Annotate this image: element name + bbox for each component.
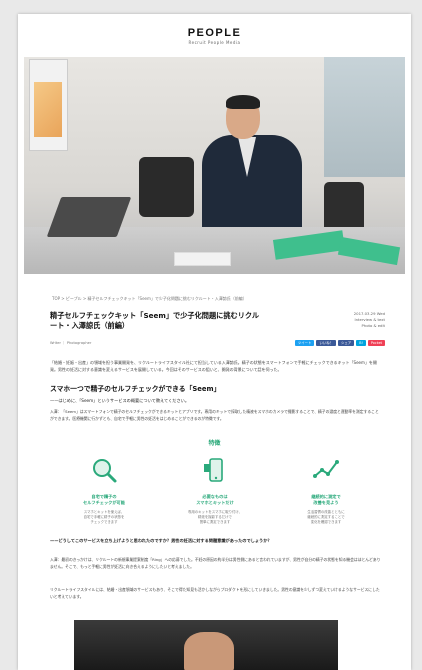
hand xyxy=(184,632,234,670)
feature-label: 自宅で精子の セルフチェックが可能 xyxy=(83,494,125,505)
wall-art xyxy=(29,59,68,151)
feature-description: スマホとキットを使えば、 自宅で手軽に精子の状態を チェックできます xyxy=(83,510,125,525)
feature-description: 生活習慣の改善とともに 継続的に測定することで 変化を確認できます xyxy=(307,510,345,525)
site-logo-subtitle: Recruit People Media xyxy=(188,40,241,45)
feature-item: 継続的に測定で 改善を見よう 生活習慣の改善とともに 継続的に測定することで 変… xyxy=(286,456,366,526)
feature-description: 専用のキットをスマホに取り付け、 精液を撮影するだけで 簡単に測定できます xyxy=(188,510,242,525)
share-button-twitter[interactable]: ツイート xyxy=(294,340,315,346)
byline: Writer ｜ Photographer xyxy=(50,341,92,345)
breadcrumb[interactable]: TOP > ピープル > 精子セルフチェックキット「Seem」で少子化問題に挑む… xyxy=(52,296,247,302)
trend-chart-icon xyxy=(313,460,339,478)
interview-answer: リクルートライフスタイルには、結婚・出産領域のサービスもあり、そこで得た知見も活… xyxy=(50,587,380,599)
share-button-facebook-like[interactable]: いいね！ xyxy=(316,340,337,346)
feature-item: 自宅で精子の セルフチェックが可能 スマホとキットを使えば、 自宅で手軽に精子の… xyxy=(64,456,144,526)
magnifier-icon xyxy=(93,459,117,483)
share-button-hatena[interactable]: B! xyxy=(356,340,366,346)
hero-photo xyxy=(24,57,405,274)
article-photo xyxy=(74,620,338,670)
article-meta: 2017.03.29 Wed Interview & text Photo & … xyxy=(354,311,385,329)
feature-item: 必要なものは スマホとキットだけ 専用のキットをスマホに取り付け、 精液を撮影す… xyxy=(175,456,255,526)
interview-question: ——どうしてこのサービスを立ち上げようと思われたのですか？男性の妊活に対する問題… xyxy=(50,538,272,543)
article-title: 精子セルフチェックキット「Seem」で少子化問題に挑むリクルート・入澤諒氏（前編… xyxy=(50,311,260,330)
site-logo[interactable]: PEOPLE xyxy=(18,14,411,39)
features-heading: 特徴 xyxy=(208,440,221,447)
site-header: PEOPLE Recruit People Media xyxy=(18,14,411,57)
article-page: PEOPLE Recruit People Media TOP > ピープル >… xyxy=(18,14,411,670)
share-button-facebook-share[interactable]: シェア xyxy=(338,340,355,346)
laptop xyxy=(46,197,132,237)
window xyxy=(324,57,405,177)
chair xyxy=(139,157,194,217)
share-buttons: ツイート いいね！ シェア B! Pocket xyxy=(294,340,385,346)
feature-label: 必要なものは スマホとキットだけ xyxy=(196,494,234,505)
interview-answer: 入澤：最初のきっかけは、リクルートの新規事業提案制度「Ring」への応募でした。… xyxy=(50,557,381,569)
product-box xyxy=(174,252,231,266)
article-intro: 「結婚・妊娠・出産」の領域を担う事業開発を、リクルートライフスタイル社にて担当し… xyxy=(50,360,377,372)
section-heading: スマホ一つで精子のセルフチェックができる「Seem」 xyxy=(50,385,221,393)
smartphone-kit-icon xyxy=(204,458,223,482)
feature-label: 継続的に測定で 改善を見よう xyxy=(311,494,341,505)
interview-question: ——はじめに、「Seem」というサービスの概要について教えてください。 xyxy=(50,398,190,403)
interview-answer: 入澤：「Seem」はスマートフォンで精子のセルフチェックができるキットとアプリで… xyxy=(50,409,379,421)
meta-line: Photo & edit xyxy=(361,323,386,328)
share-button-pocket[interactable]: Pocket xyxy=(367,340,385,346)
